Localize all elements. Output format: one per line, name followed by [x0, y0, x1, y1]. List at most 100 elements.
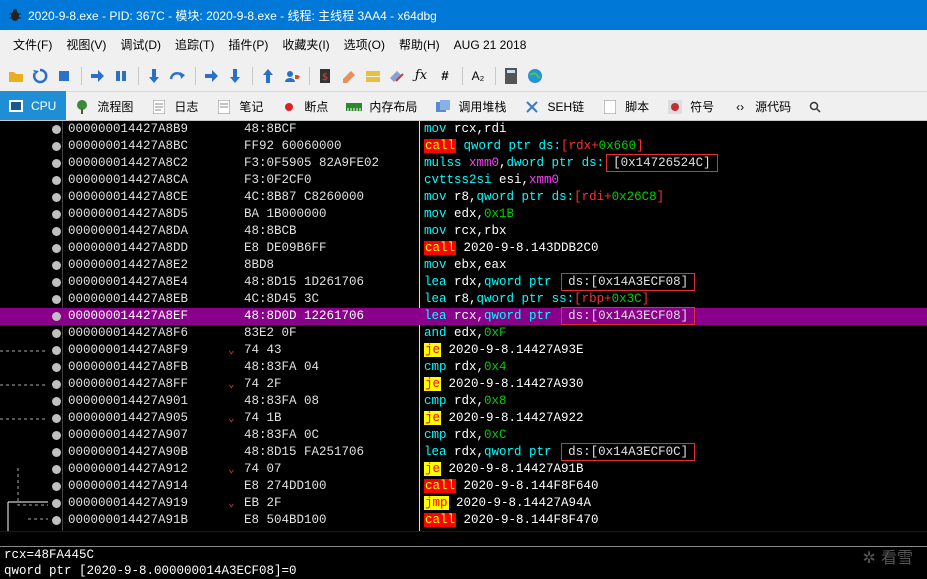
breakpoint-dot-icon[interactable]: [52, 193, 61, 202]
disasm-row[interactable]: 000000014427A8D5 BA 1B000000 mov edx,0x1B: [0, 206, 927, 223]
breakpoint-dot-icon[interactable]: [52, 516, 61, 525]
tab-call-stack[interactable]: 调用堆栈: [427, 93, 516, 120]
trace-into-icon[interactable]: [200, 65, 222, 87]
tab-memory-map[interactable]: 内存布局: [338, 93, 427, 120]
breakpoint-dot-icon[interactable]: [52, 227, 61, 236]
tab-log[interactable]: 日志: [143, 93, 208, 120]
disasm-row[interactable]: 000000014427A901 48:83FA 08 cmp rdx,0x8: [0, 393, 927, 410]
breakpoint-dot-icon[interactable]: [52, 329, 61, 338]
menu-favourites[interactable]: 收藏夹(I): [275, 30, 336, 60]
disasm-row[interactable]: 000000014427A8FF ⌄ 74 2F je 2020-9-8.14427A…: [0, 376, 927, 393]
instruction-cell: lea r8,qword ptr ss:[rbp+0x3C]: [424, 292, 649, 306]
disasm-row[interactable]: 000000014427A8DD E8 DE09B6FF call 2020-9-8…: [0, 240, 927, 257]
disasm-row[interactable]: 000000014427A90B 48:8D15 FA251706 lea rdx,…: [0, 443, 927, 461]
run-to-user-code-icon[interactable]: [281, 65, 303, 87]
breakpoint-dot-icon[interactable]: [52, 465, 61, 474]
breakpoint-dot-icon[interactable]: [52, 346, 61, 355]
menu-trace[interactable]: 追踪(T): [168, 30, 221, 60]
disasm-row[interactable]: 000000014427A8BC FF92 60060000 call qword …: [0, 138, 927, 155]
menu-view[interactable]: 视图(V): [59, 30, 113, 60]
step-over-icon[interactable]: [167, 65, 189, 87]
breakpoint-dot-icon[interactable]: [52, 278, 61, 287]
breakpoint-dot-icon[interactable]: [52, 210, 61, 219]
disasm-row[interactable]: 000000014427A907 48:83FA 0C cmp rdx,0xC: [0, 427, 927, 444]
tab-script[interactable]: 脚本: [594, 93, 659, 120]
breakpoint-dot-icon[interactable]: [52, 482, 61, 491]
tab-breakpoints[interactable]: 断点: [273, 93, 338, 120]
instruction-token: [: [574, 292, 582, 306]
instruction-token: rcx: [446, 309, 477, 323]
menu-help[interactable]: 帮助(H): [392, 30, 447, 60]
tab-graph[interactable]: 流程图: [66, 93, 143, 120]
disasm-row[interactable]: 000000014427A8B9 48:8BCF mov rcx,rdi: [0, 121, 927, 138]
tab-symbols[interactable]: 符号: [659, 93, 724, 120]
menu-options[interactable]: 选项(O): [337, 30, 392, 60]
breakpoint-dot-icon[interactable]: [52, 295, 61, 304]
tab-seh-chain[interactable]: SEH链: [516, 93, 594, 120]
panel-splitter[interactable]: [0, 532, 927, 546]
calculator-icon[interactable]: [500, 65, 522, 87]
pause-icon[interactable]: [110, 65, 132, 87]
disasm-row[interactable]: 000000014427A8DA 48:8BCB mov rcx,rbx: [0, 223, 927, 240]
label-icon[interactable]: [362, 65, 384, 87]
breakpoint-dot-icon[interactable]: [52, 499, 61, 508]
breakpoint-dot-icon[interactable]: [52, 244, 61, 253]
bytes-cell: 48:8D0D 12261706: [244, 309, 365, 323]
breakpoint-dot-icon[interactable]: [52, 448, 61, 457]
disasm-row[interactable]: 000000014427A912 ⌄ 74 07 je 2020-9-8.14427A…: [0, 461, 927, 478]
disassembly-view[interactable]: 000000014427A8B9 48:8BCF mov rcx,rdi 000000…: [0, 121, 927, 532]
disasm-row[interactable]: 000000014427A919 ⌄ EB 2F jmp 2020-9-8.14427…: [0, 495, 927, 512]
breakpoint-dot-icon[interactable]: [52, 125, 61, 134]
bookmark-icon[interactable]: [386, 65, 408, 87]
tab-label: 内存布局: [369, 100, 418, 114]
tab-cpu[interactable]: CPU: [0, 91, 67, 120]
disasm-row[interactable]: 000000014427A8F9 ⌄ 74 43 je 2020-9-8.14427A…: [0, 342, 927, 359]
menu-debug[interactable]: 调试(D): [113, 30, 168, 60]
breakpoint-dot-icon[interactable]: [52, 159, 61, 168]
patch-icon[interactable]: $: [314, 65, 336, 87]
breakpoint-dot-icon[interactable]: [52, 176, 61, 185]
menu-plugins[interactable]: 插件(P): [221, 30, 275, 60]
tab-label: 脚本: [625, 100, 650, 114]
run-icon[interactable]: [86, 65, 108, 87]
breakpoint-dot-icon[interactable]: [52, 431, 61, 440]
disasm-row[interactable]: 000000014427A8CA F3:0F2CF0 cvttss2si esi,x…: [0, 172, 927, 189]
step-into-icon[interactable]: [143, 65, 165, 87]
breakpoint-dot-icon[interactable]: [52, 380, 61, 389]
function-icon[interactable]: ƒx: [410, 65, 432, 87]
breakpoint-dot-icon[interactable]: [52, 397, 61, 406]
hash-icon[interactable]: #: [434, 65, 456, 87]
breakpoint-dot-icon[interactable]: [52, 363, 61, 372]
open-icon[interactable]: [5, 65, 27, 87]
instruction-token: call: [424, 513, 457, 527]
disasm-row[interactable]: 000000014427A8E4 48:8D15 1D261706 lea rdx,…: [0, 273, 927, 291]
font-icon[interactable]: A₂: [467, 65, 489, 87]
menu-file[interactable]: 文件(F): [6, 30, 59, 60]
stop-icon[interactable]: [53, 65, 75, 87]
breakpoint-dot-icon[interactable]: [52, 142, 61, 151]
disasm-row[interactable]: 000000014427A914 E8 274DD100 call 2020-9-8…: [0, 478, 927, 495]
tab-source[interactable]: ‹› 源代码: [724, 93, 801, 120]
instruction-token: lea: [424, 309, 447, 323]
tab-search[interactable]: [801, 93, 836, 120]
restart-icon[interactable]: [29, 65, 51, 87]
execute-till-return-icon[interactable]: [257, 65, 279, 87]
instruction-token: ]: [636, 139, 644, 153]
breakpoint-dot-icon[interactable]: [52, 312, 61, 321]
breakpoint-dot-icon[interactable]: [52, 414, 61, 423]
disasm-row[interactable]: 000000014427A8CE 4C:8B87 C8260000 mov r8,q…: [0, 189, 927, 206]
disasm-row[interactable]: 000000014427A8F6 83E2 0F and edx,0xF: [0, 325, 927, 342]
disasm-row[interactable]: 000000014427A8FB 48:83FA 04 cmp rdx,0x4: [0, 359, 927, 376]
disasm-row[interactable]: 000000014427A8EF 48:8D0D 12261706 lea rcx,…: [0, 307, 927, 325]
disasm-row[interactable]: 000000014427A8E2 8BD8 mov ebx,eax: [0, 257, 927, 274]
disasm-row[interactable]: 000000014427A8EB 4C:8D45 3C lea r8,qword p…: [0, 291, 927, 308]
disasm-row[interactable]: 000000014427A91B E8 504BD100 call 2020-9-8…: [0, 512, 927, 529]
disasm-row[interactable]: 000000014427A905 ⌄ 74 1B je 2020-9-8.14427A…: [0, 410, 927, 427]
trace-over-icon[interactable]: [224, 65, 246, 87]
comment-icon[interactable]: [338, 65, 360, 87]
tab-notes[interactable]: 笔记: [208, 93, 273, 120]
globe-icon[interactable]: [524, 65, 546, 87]
disasm-row[interactable]: 000000014427A8C2 F3:0F5905 82A9FE02 mulss …: [0, 154, 927, 172]
instruction-token: ,: [476, 360, 485, 374]
breakpoint-dot-icon[interactable]: [52, 261, 61, 270]
